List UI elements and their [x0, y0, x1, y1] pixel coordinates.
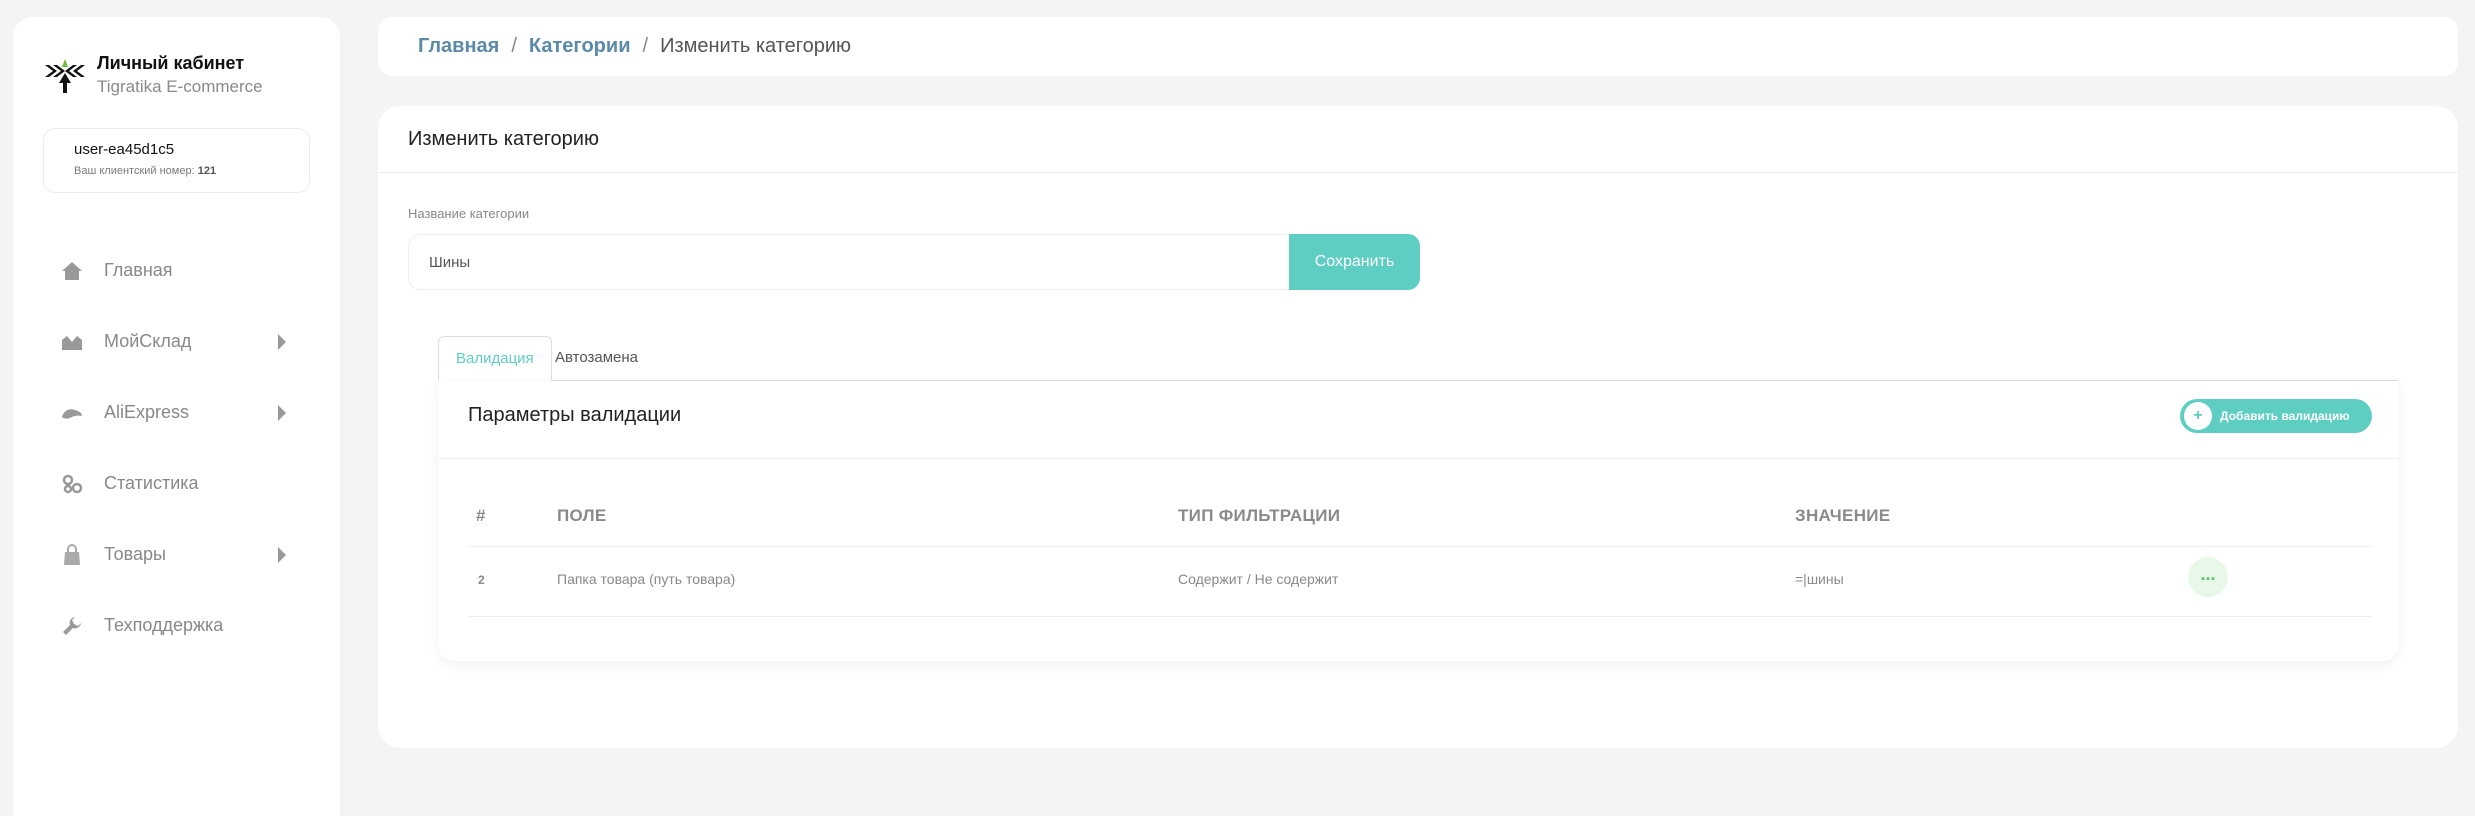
wrench-icon	[60, 614, 84, 638]
add-validation-label: Добавить валидацию	[2220, 409, 2350, 423]
sidebar-item-moysklad[interactable]: МойСклад	[13, 306, 340, 377]
sidebar-item-label: Главная	[104, 260, 173, 280]
statistics-icon	[60, 472, 84, 496]
user-name: user-ea45d1c5	[74, 141, 175, 158]
tiger-logo-icon	[45, 59, 85, 93]
category-name-input[interactable]	[408, 234, 1290, 290]
tab-autoreplace[interactable]: Автозамена	[538, 336, 655, 381]
sidebar-item-home[interactable]: Главная	[13, 235, 340, 306]
warehouse-icon	[60, 330, 84, 354]
plus-icon: +	[2184, 402, 2212, 430]
aliexpress-icon	[60, 401, 84, 425]
category-name-label: Название категории	[408, 206, 530, 221]
add-validation-button[interactable]: + Добавить валидацию	[2180, 399, 2372, 433]
save-button[interactable]: Сохранить	[1289, 234, 1420, 290]
brand-title: Личный кабинет	[97, 53, 245, 73]
divider	[378, 172, 2458, 173]
column-header-value: ЗНАЧЕНИЕ	[1795, 506, 1891, 525]
home-icon	[60, 259, 84, 283]
chevron-right-icon	[278, 334, 286, 350]
row-divider	[468, 616, 2372, 617]
chevron-right-icon	[278, 405, 286, 421]
page-title: Изменить категорию	[408, 128, 599, 150]
sidebar-item-statistics[interactable]: Статистика	[13, 448, 340, 519]
tabs: Валидация Автозамена	[438, 336, 2398, 381]
breadcrumb-categories-link[interactable]: Категории	[529, 35, 631, 58]
row-divider	[468, 546, 2372, 547]
breadcrumb-current: Изменить категорию	[660, 35, 852, 57]
sidebar-item-products[interactable]: Товары	[13, 519, 340, 590]
sidebar-item-support[interactable]: Техподдержка	[13, 590, 340, 661]
client-number-value: 121	[197, 165, 217, 177]
brand[interactable]: Личный кабинет Tigratika E-commerce	[43, 51, 263, 99]
tab-validation[interactable]: Валидация	[438, 336, 552, 381]
client-number-label: Ваш клиентский номер:	[74, 165, 195, 177]
sidebar: Личный кабинет Tigratika E-commerce user…	[13, 17, 340, 816]
chevron-right-icon	[278, 547, 286, 563]
sidebar-item-label: AliExpress	[104, 402, 190, 422]
row-actions-button[interactable]: ...	[2188, 557, 2228, 597]
breadcrumb-separator: /	[511, 35, 517, 57]
client-number: Ваш клиентский номер: 121	[74, 165, 309, 177]
edit-category-card: Изменить категорию Название категории Со…	[378, 106, 2458, 748]
sidebar-item-label: МойСклад	[104, 331, 192, 351]
sidebar-item-label: Статистика	[104, 473, 199, 493]
user-card[interactable]: user-ea45d1c5 Ваш клиентский номер: 121	[43, 128, 310, 193]
breadcrumb-separator: /	[642, 35, 649, 57]
validation-panel: Параметры валидации + Добавить валидацию…	[438, 381, 2398, 661]
breadcrumb-home-link[interactable]: Главная	[418, 35, 499, 58]
validation-title: Параметры валидации	[468, 404, 682, 426]
column-header-num: #	[476, 506, 486, 525]
sidebar-nav: Главная МойСклад AliExpress Статистика Т…	[13, 235, 340, 661]
column-header-filter: ТИП ФИЛЬТРАЦИИ	[1178, 506, 1341, 525]
sidebar-item-label: Товары	[104, 544, 166, 564]
row-value: =|шины	[1795, 571, 1844, 587]
breadcrumb: Главная / Категории / Изменить категорию	[378, 17, 2458, 76]
bag-icon	[60, 543, 84, 567]
sidebar-item-label: Техподдержка	[104, 615, 224, 635]
column-header-field: ПОЛЕ	[557, 506, 607, 525]
sidebar-item-aliexpress[interactable]: AliExpress	[13, 377, 340, 448]
brand-subtitle: Tigratika E-commerce	[97, 77, 263, 96]
row-field: Папка товара (путь товара)	[557, 571, 736, 587]
row-num: 2	[478, 573, 485, 587]
row-filter: Содержит / Не содержит	[1178, 571, 1339, 587]
divider	[438, 458, 2398, 459]
